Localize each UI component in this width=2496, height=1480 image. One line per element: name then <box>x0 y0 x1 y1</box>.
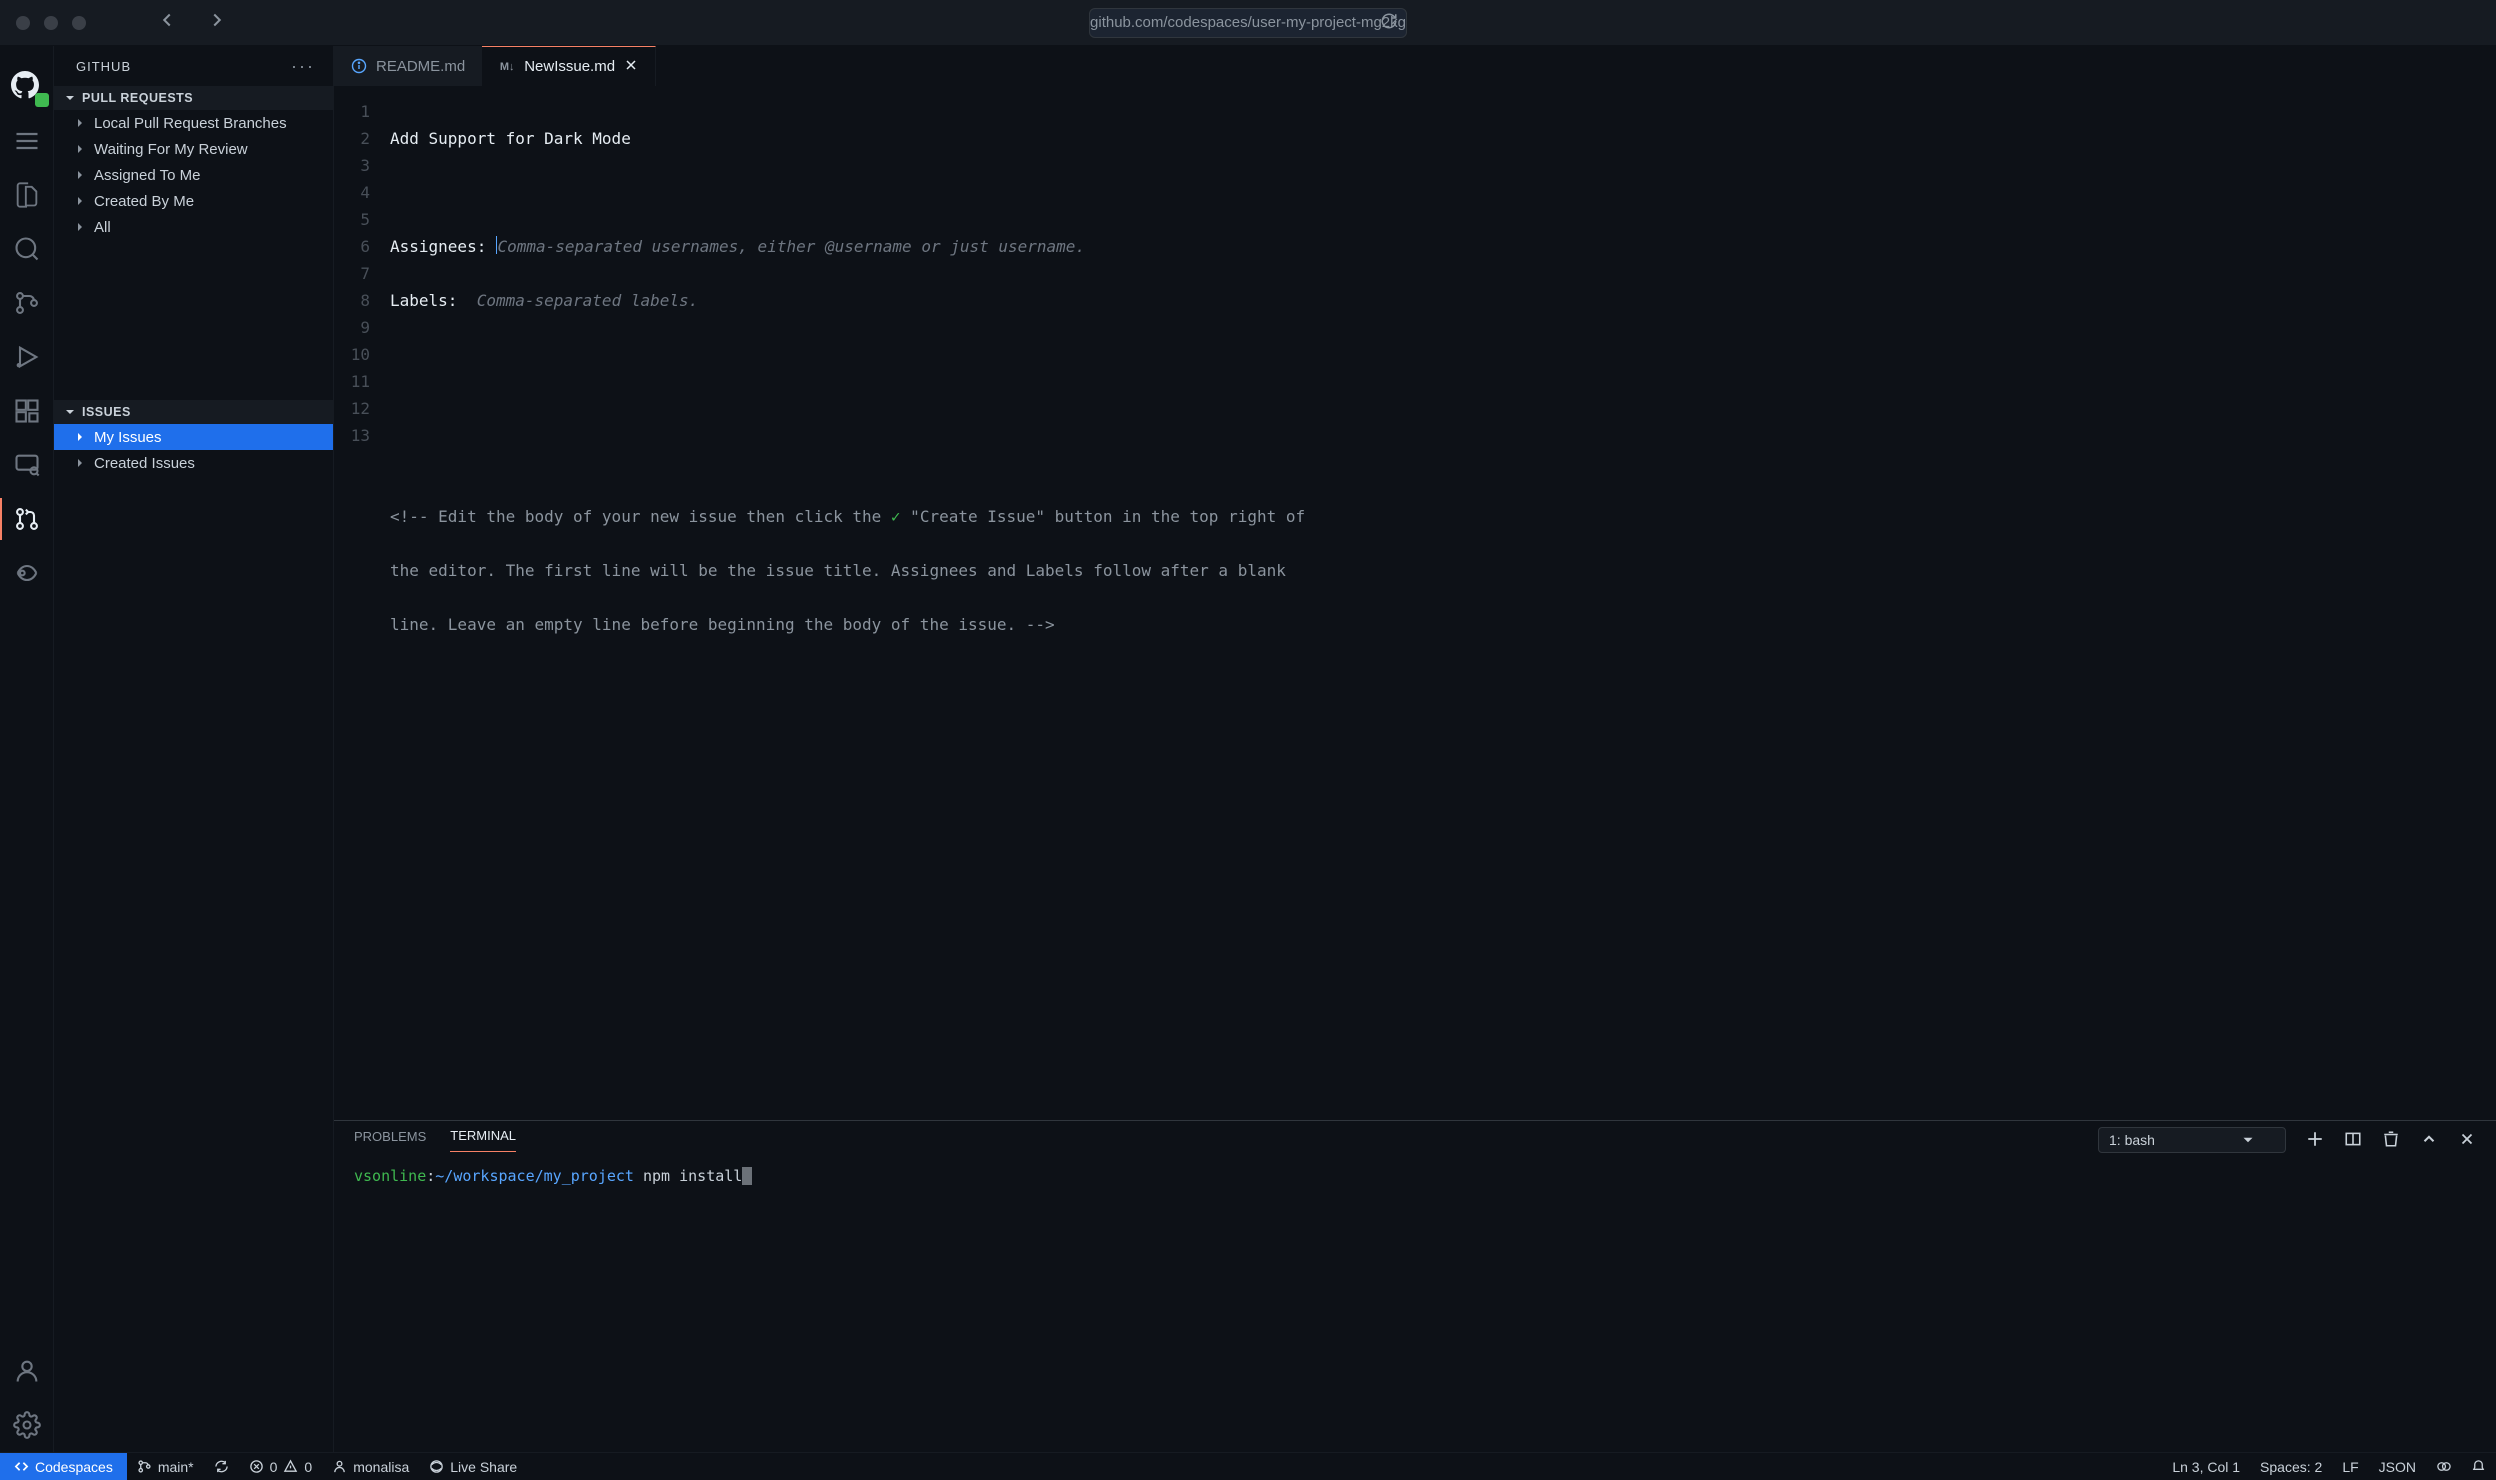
issues-section-header[interactable]: ISSUES <box>54 400 333 424</box>
panel-tab-problems[interactable]: PROBLEMS <box>354 1129 426 1152</box>
sidebar-more-button[interactable]: ··· <box>291 56 315 77</box>
terminal[interactable]: vsonline:~/workspace/my_project npm inst… <box>334 1159 2496 1452</box>
pr-item-local-branches[interactable]: Local Pull Request Branches <box>54 110 333 136</box>
issues-item-my-issues[interactable]: My Issues <box>54 424 333 450</box>
bottom-panel: PROBLEMS TERMINAL 1: bash <box>334 1120 2496 1452</box>
issues-item-created-issues[interactable]: Created Issues <box>54 450 333 476</box>
terminal-new-button[interactable] <box>2306 1130 2324 1151</box>
terminal-split-button[interactable] <box>2344 1130 2362 1151</box>
maximize-window-button[interactable] <box>72 16 86 30</box>
tab-close-button[interactable] <box>623 57 639 77</box>
pr-section-header[interactable]: PULL REQUESTS <box>54 86 333 110</box>
panel-tab-terminal[interactable]: TERMINAL <box>450 1128 516 1152</box>
tab-newissue[interactable]: M↓ NewIssue.md <box>482 46 656 86</box>
traffic-lights <box>16 16 86 30</box>
titlebar: github.com/codespaces/user-my-project-mg… <box>0 0 2496 46</box>
panel-maximize-button[interactable] <box>2420 1130 2438 1151</box>
panel-close-button[interactable] <box>2458 1130 2476 1151</box>
sb-codespaces[interactable]: Codespaces <box>0 1453 127 1480</box>
activity-bar <box>0 46 54 1452</box>
sb-user[interactable]: monalisa <box>322 1453 419 1480</box>
sb-feedback[interactable] <box>2426 1453 2461 1480</box>
activity-menu[interactable] <box>0 114 54 168</box>
activity-remote-explorer[interactable] <box>0 438 54 492</box>
tab-readme[interactable]: README.md <box>334 46 482 86</box>
line-gutter: 1 2 3 4 5 6 7 8 9 10 11 12 13 <box>334 98 390 1120</box>
vscode-badge-icon <box>35 93 49 107</box>
code-editor[interactable]: 1 2 3 4 5 6 7 8 9 10 11 12 13 Add Suppor… <box>334 86 2496 1120</box>
terminal-kill-button[interactable] <box>2382 1130 2400 1151</box>
minimize-window-button[interactable] <box>44 16 58 30</box>
sb-eol[interactable]: LF <box>2332 1453 2368 1480</box>
terminal-select[interactable]: 1: bash <box>2098 1127 2286 1153</box>
activity-run-debug[interactable] <box>0 330 54 384</box>
sidebar-title: GITHUB <box>76 59 131 74</box>
sb-language[interactable]: JSON <box>2369 1453 2426 1480</box>
url-bar[interactable]: github.com/codespaces/user-my-project-mg… <box>1089 8 1407 38</box>
info-icon <box>350 57 368 75</box>
editor-area: README.md M↓ NewIssue.md 1 2 3 4 5 6 7 8… <box>334 46 2496 1452</box>
chevron-down-icon <box>2239 1131 2257 1149</box>
activity-accounts[interactable] <box>0 1344 54 1398</box>
activity-search[interactable] <box>0 222 54 276</box>
activity-github[interactable] <box>0 60 54 114</box>
pr-item-waiting-review[interactable]: Waiting For My Review <box>54 136 333 162</box>
code-content[interactable]: Add Support for Dark Mode Assignees: Com… <box>390 98 2496 1120</box>
refresh-icon[interactable] <box>1380 12 1398 34</box>
status-bar: Codespaces main* 0 0 monalisa Live Share… <box>0 1452 2496 1480</box>
nav-back-button[interactable] <box>156 9 178 36</box>
sb-notifications[interactable] <box>2461 1453 2496 1480</box>
url-text: github.com/codespaces/user-my-project-mg… <box>1090 14 1406 31</box>
markdown-icon: M↓ <box>498 58 516 76</box>
sidebar: GITHUB ··· PULL REQUESTS Local Pull Requ… <box>54 46 334 1452</box>
sb-sync[interactable] <box>204 1453 239 1480</box>
close-window-button[interactable] <box>16 16 30 30</box>
activity-github-pr[interactable] <box>0 492 54 546</box>
pr-item-assigned[interactable]: Assigned To Me <box>54 162 333 188</box>
nav-forward-button[interactable] <box>206 9 228 36</box>
activity-extensions[interactable] <box>0 384 54 438</box>
pr-item-all[interactable]: All <box>54 214 333 240</box>
activity-explorer[interactable] <box>0 168 54 222</box>
activity-settings[interactable] <box>0 1398 54 1452</box>
activity-live-share[interactable] <box>0 546 54 600</box>
sb-cursor-position[interactable]: Ln 3, Col 1 <box>2162 1453 2250 1480</box>
sb-errors[interactable]: 0 0 <box>239 1453 323 1480</box>
activity-source-control[interactable] <box>0 276 54 330</box>
sb-liveshare[interactable]: Live Share <box>419 1453 527 1480</box>
pr-item-created-by-me[interactable]: Created By Me <box>54 188 333 214</box>
editor-tabs: README.md M↓ NewIssue.md <box>334 46 2496 86</box>
sb-branch[interactable]: main* <box>127 1453 204 1480</box>
sb-indentation[interactable]: Spaces: 2 <box>2250 1453 2332 1480</box>
